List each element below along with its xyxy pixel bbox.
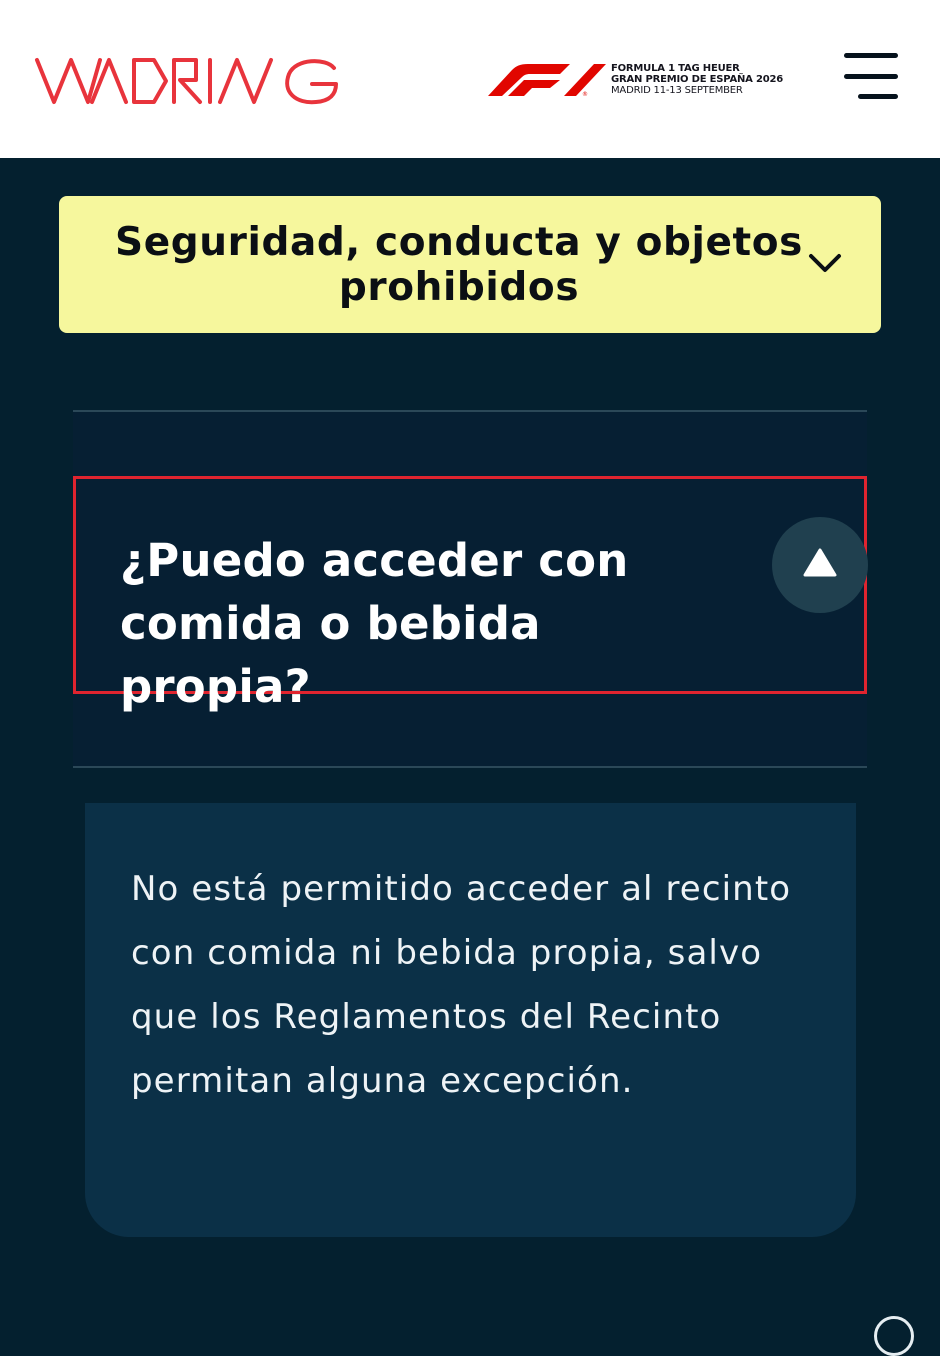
event-info: FORMULA 1 TAG HEUER GRAN PREMIO DE ESPAÑ… — [611, 63, 841, 96]
section-title: Seguridad, conducta y objetos prohibidos — [115, 220, 803, 310]
scroll-to-top-button[interactable] — [874, 1316, 914, 1356]
chevron-down-icon — [809, 254, 841, 272]
site-header: ® FORMULA 1 TAG HEUER GRAN PREMIO DE ESP… — [0, 0, 940, 158]
section-toggle-seguridad[interactable]: Seguridad, conducta y objetos prohibidos — [59, 196, 881, 333]
svg-text:®: ® — [582, 91, 588, 98]
f1-logo-icon: ® — [488, 64, 606, 98]
event-series: FORMULA 1 TAG HEUER — [611, 63, 740, 74]
event-title: GRAN PREMIO DE ESPAÑA 2026 — [611, 74, 784, 85]
event-dates: MADRID 11-13 SEPTEMBER — [611, 85, 743, 96]
faq-question-header[interactable]: ¿Puedo acceder con comida o bebida propi… — [73, 476, 868, 713]
faq-question-text: ¿Puedo acceder con comida o bebida propi… — [120, 534, 629, 713]
madring-logo[interactable] — [34, 56, 342, 106]
hamburger-menu-icon[interactable] — [838, 50, 902, 106]
faq-answer-panel: No está permitido acceder al recinto con… — [85, 803, 856, 1237]
collapse-button[interactable] — [772, 517, 868, 613]
faq-answer-text: No está permitido acceder al recinto con… — [131, 869, 792, 1101]
triangle-up-icon — [803, 548, 837, 577]
